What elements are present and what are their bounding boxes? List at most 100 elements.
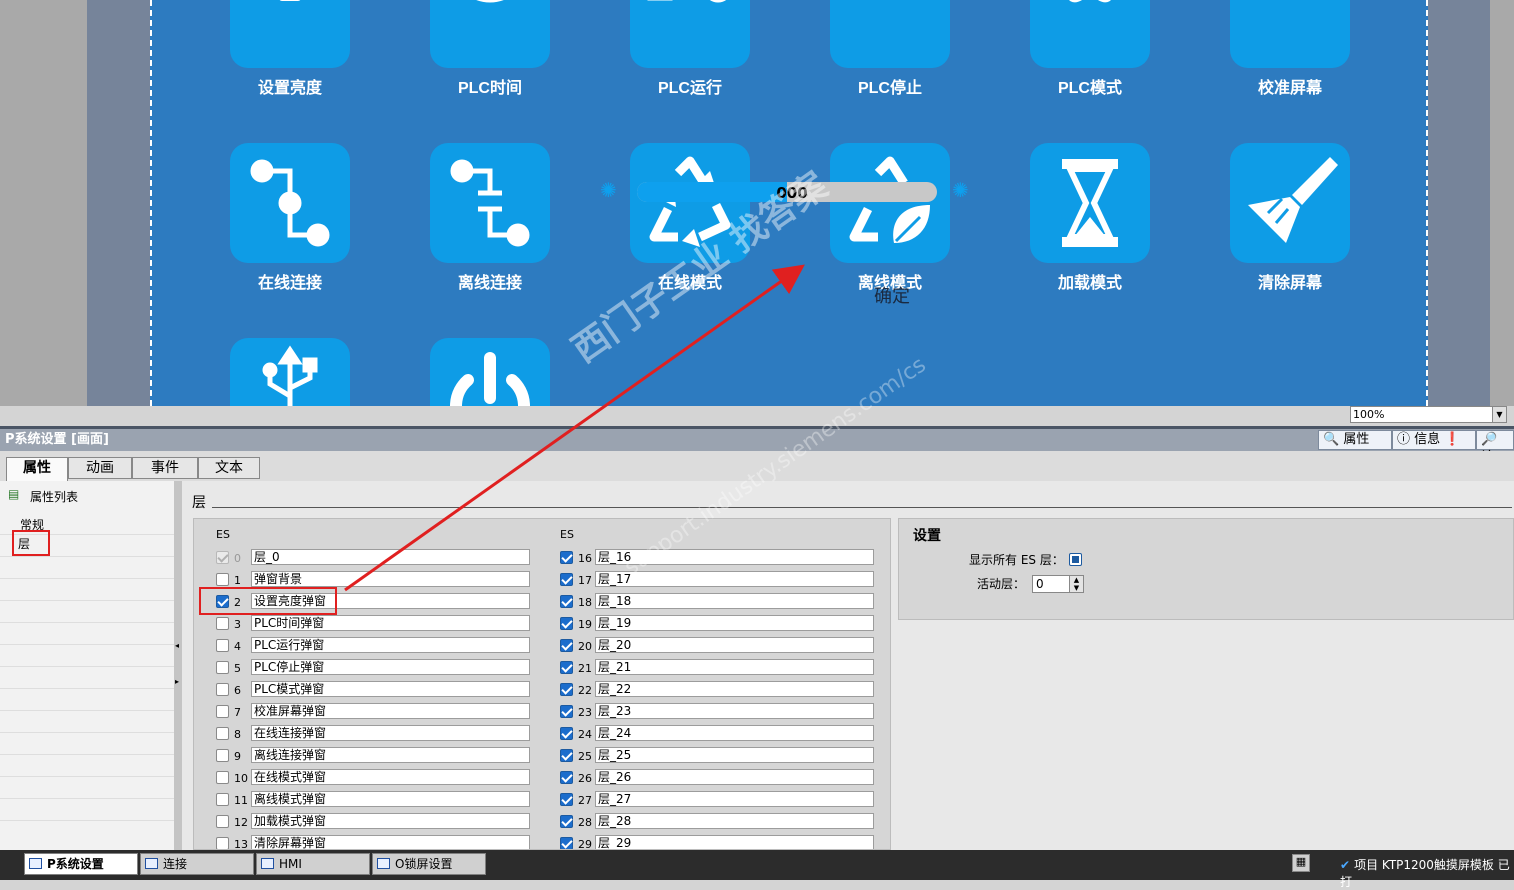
tile-online-connect[interactable] <box>230 143 350 263</box>
layer-name-field[interactable]: 离线模式弹窗 <box>251 791 530 807</box>
show-all-es-checkbox[interactable] <box>1069 553 1082 566</box>
layer-visible-checkbox[interactable] <box>216 815 229 828</box>
tile-stop[interactable] <box>830 0 950 68</box>
tab-animation[interactable]: 动画 <box>68 457 132 479</box>
layer-name-field[interactable]: 层_22 <box>595 681 874 697</box>
layer-visible-checkbox[interactable] <box>560 661 573 674</box>
tile-run[interactable] <box>630 0 750 68</box>
layer-name-field[interactable]: 层_21 <box>595 659 874 675</box>
layer-name-field[interactable]: 清除屏幕弹窗 <box>251 835 530 849</box>
layer-visible-checkbox[interactable] <box>560 837 573 849</box>
layer-visible-checkbox[interactable] <box>216 705 229 718</box>
pane-splitter[interactable]: ◂ ▸ <box>174 481 182 850</box>
layer-visible-checkbox[interactable] <box>216 793 229 806</box>
layer-visible-checkbox[interactable] <box>560 749 573 762</box>
layer-visible-checkbox[interactable] <box>216 749 229 762</box>
layer-name-field[interactable]: PLC模式弹窗 <box>251 681 530 697</box>
layer-visible-checkbox[interactable] <box>216 617 229 630</box>
layer-name-field[interactable]: 层_0 <box>251 549 530 565</box>
layer-name-field[interactable]: 校准屏幕弹窗 <box>251 703 530 719</box>
tile-power[interactable] <box>430 338 550 406</box>
layer-visible-checkbox[interactable] <box>216 639 229 652</box>
layer-name-field[interactable]: 层_17 <box>595 571 874 587</box>
task-p-system-settings[interactable]: P系统设置 <box>24 853 138 875</box>
tile-atom[interactable] <box>1030 0 1150 68</box>
sun-large-icon: ✺ <box>952 178 969 202</box>
tile-recycle[interactable] <box>630 143 750 263</box>
layer-row: 16 层_16 <box>560 549 880 567</box>
tile-usb[interactable] <box>230 338 350 406</box>
layer-name-field[interactable]: 层_28 <box>595 813 874 829</box>
layer-visible-checkbox[interactable] <box>216 573 229 586</box>
layer-name-field[interactable]: 层_19 <box>595 615 874 631</box>
layer-name-field[interactable]: 离线连接弹窗 <box>251 747 530 763</box>
task-lock-screen-settings[interactable]: O锁屏设置 <box>372 853 486 875</box>
layer-visible-checkbox[interactable] <box>560 815 573 828</box>
atom-icon <box>1066 0 1114 3</box>
tile-clock[interactable] <box>430 0 550 68</box>
layer-number: 12 <box>234 816 248 829</box>
layer-row: 22 层_22 <box>560 681 880 699</box>
layer-visible-checkbox[interactable] <box>560 551 573 564</box>
tile-hourglass[interactable] <box>1030 143 1150 263</box>
layer-visible-checkbox[interactable] <box>216 837 229 849</box>
layer-visible-checkbox[interactable] <box>216 771 229 784</box>
tab-texts[interactable]: 文本 <box>198 457 260 479</box>
expand-right-icon[interactable]: ▸ <box>175 677 179 686</box>
inspector-tab-info[interactable]: ⓘ 信息 ❗ <box>1392 430 1476 450</box>
layer-name-field[interactable]: 层_27 <box>595 791 874 807</box>
layer-name-field[interactable]: PLC运行弹窗 <box>251 637 530 653</box>
portal-view-icon[interactable]: ▦ <box>1292 854 1310 872</box>
layer-visible-checkbox[interactable] <box>216 727 229 740</box>
layer-name-field[interactable]: 层_20 <box>595 637 874 653</box>
tile-brush[interactable] <box>1230 143 1350 263</box>
info-icon: ⓘ <box>1397 432 1411 447</box>
spinner-arrows-icon[interactable]: ▲ ▼ <box>1069 576 1083 592</box>
task-connections[interactable]: 连接 <box>140 853 254 875</box>
zoom-select[interactable]: 100% ▼ <box>1350 406 1507 423</box>
chevron-down-icon[interactable]: ▼ <box>1492 407 1506 422</box>
layer-name-field[interactable]: 在线模式弹窗 <box>251 769 530 785</box>
layer-visible-checkbox[interactable] <box>560 595 573 608</box>
tab-events[interactable]: 事件 <box>132 457 198 479</box>
layer-visible-checkbox[interactable] <box>216 683 229 696</box>
layer-number: 6 <box>234 684 241 697</box>
confirm-button[interactable]: 确定 <box>852 282 932 308</box>
layer-visible-checkbox[interactable] <box>216 661 229 674</box>
tile-offline-connect[interactable] <box>430 143 550 263</box>
inspector-tab-diagnostics[interactable]: 🔎诊 <box>1476 430 1514 465</box>
tile-label: 在线模式 <box>657 275 722 292</box>
layer-visible-checkbox[interactable] <box>560 771 573 784</box>
layer-visible-checkbox[interactable] <box>560 705 573 718</box>
layer-table: ES ES 0 层_0 1 弹窗背景 2 设置亮度弹窗 3 PLC时间弹窗 4 PLC运行弹窗 5 P… <box>193 518 891 850</box>
tab-properties[interactable]: 属性 <box>6 457 68 481</box>
layer-visible-checkbox[interactable] <box>560 573 573 586</box>
layer-name-field[interactable]: PLC时间弹窗 <box>251 615 530 631</box>
inspector-tab-properties[interactable]: 🔍 属性 <box>1318 430 1392 450</box>
task-hmi[interactable]: HMI <box>256 853 370 875</box>
layer-name-field[interactable]: PLC停止弹窗 <box>251 659 530 675</box>
layer-name-field[interactable]: 层_24 <box>595 725 874 741</box>
layer-visible-checkbox[interactable] <box>560 727 573 740</box>
layer-row: 17 层_17 <box>560 571 880 589</box>
tile-bulb[interactable] <box>230 0 350 68</box>
tile-target[interactable] <box>1230 0 1350 68</box>
collapse-left-icon[interactable]: ◂ <box>175 641 179 650</box>
layer-number: 19 <box>578 618 592 631</box>
layer-name-field[interactable]: 层_26 <box>595 769 874 785</box>
layer-number: 25 <box>578 750 592 763</box>
layer-name-field[interactable]: 在线连接弹窗 <box>251 725 530 741</box>
layer-name-field[interactable]: 层_18 <box>595 593 874 609</box>
active-layer-spinner[interactable]: 0 ▲ ▼ <box>1032 575 1084 593</box>
layer-visible-checkbox[interactable] <box>560 617 573 630</box>
layer-name-field[interactable]: 层_16 <box>595 549 874 565</box>
layer-name-field[interactable]: 层_25 <box>595 747 874 763</box>
layer-name-field[interactable]: 层_29 <box>595 835 874 849</box>
layer-name-field[interactable]: 加载模式弹窗 <box>251 813 530 829</box>
layer-name-field[interactable]: 弹窗背景 <box>251 571 530 587</box>
layer-visible-checkbox[interactable] <box>560 793 573 806</box>
tile-recycle-leaf[interactable] <box>830 143 950 263</box>
layer-name-field[interactable]: 层_23 <box>595 703 874 719</box>
layer-visible-checkbox[interactable] <box>560 683 573 696</box>
layer-visible-checkbox[interactable] <box>560 639 573 652</box>
